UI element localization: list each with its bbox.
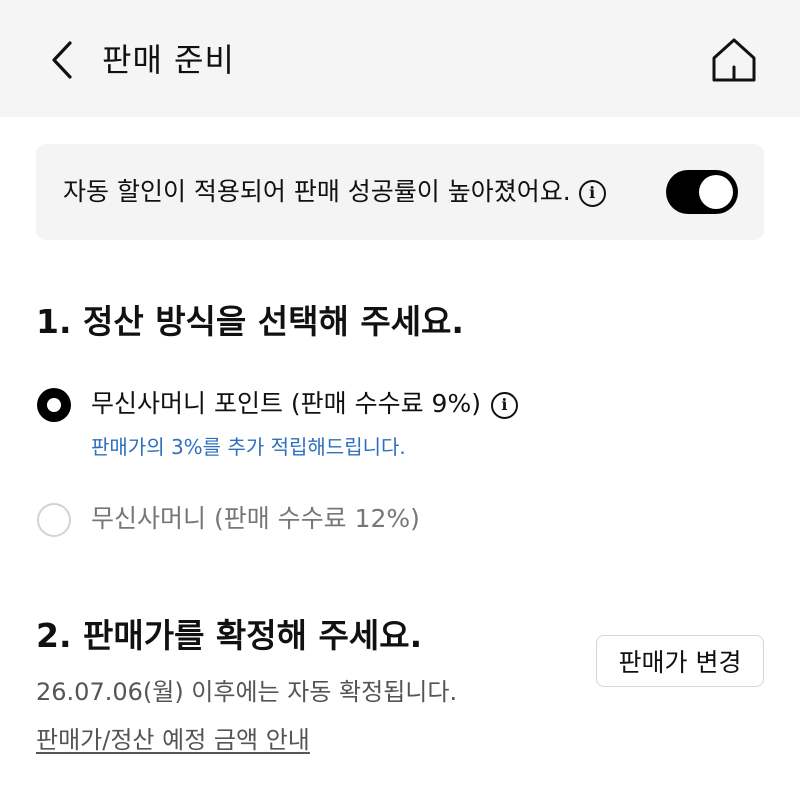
- back-button[interactable]: [40, 38, 84, 82]
- option-label-musinsa-money: 무신사머니 (판매 수수료 12%): [91, 504, 420, 533]
- auto-discount-notice: 자동 할인이 적용되어 판매 성공률이 높아졌어요. i: [36, 144, 764, 240]
- notice-text: 자동 할인이 적용되어 판매 성공률이 높아졌어요.: [63, 177, 571, 206]
- info-icon[interactable]: i: [578, 179, 606, 207]
- radio-musinsa-money[interactable]: [37, 503, 71, 537]
- change-price-button[interactable]: 판매가 변경: [596, 635, 764, 687]
- option-label-musinsa-money-point: 무신사머니 포인트 (판매 수수료 9%): [91, 389, 481, 418]
- auto-confirm-description: 26.07.06(월) 이후에는 자동 확정됩니다.: [36, 678, 458, 706]
- auto-discount-toggle[interactable]: [666, 170, 738, 214]
- price-settlement-info-link[interactable]: 판매가/정산 예정 금액 안내: [36, 722, 310, 758]
- home-icon: [712, 38, 756, 82]
- chevron-left-icon: [52, 41, 72, 79]
- section2-title: 2. 판매가를 확정해 주세요.: [36, 616, 423, 655]
- option-sublabel-extra-points: 판매가의 3%를 추가 적립해드립니다.: [91, 435, 406, 459]
- section1-title: 1. 정산 방식을 선택해 주세요.: [36, 302, 464, 341]
- radio-musinsa-money-point[interactable]: [37, 388, 71, 422]
- toggle-knob: [699, 175, 733, 209]
- page-title: 판매 준비: [102, 41, 235, 79]
- info-icon[interactable]: i: [490, 391, 518, 419]
- top-bar: 판매 준비: [0, 0, 800, 117]
- home-button[interactable]: [708, 34, 760, 86]
